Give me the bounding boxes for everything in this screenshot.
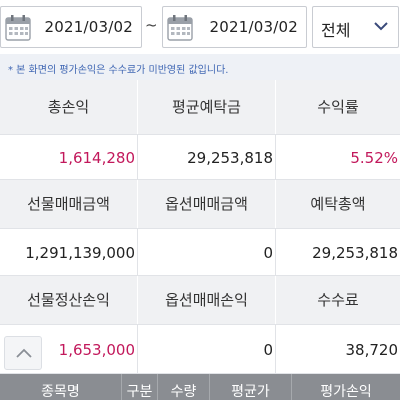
- summary-value-row-2: 1,291,139,000 0 29,253,818: [0, 228, 400, 276]
- end-date-value: 2021/03/02: [209, 18, 298, 36]
- date-filter-bar: 2021/03/02 ~ 2021/03/02 전체: [0, 0, 400, 54]
- commission-value: 38,720: [345, 341, 399, 359]
- column-header-eval-pnl[interactable]: 평가손익: [292, 374, 400, 400]
- options-trade-pnl-label: 옵션매매손익: [138, 276, 276, 324]
- column-header-type[interactable]: 구분: [122, 374, 158, 400]
- summary-header-row-3: 선물정산손익 옵션매매손익 수수료: [0, 276, 400, 324]
- calendar-icon: [5, 15, 31, 41]
- summary-value-row-3: 1,653,000 0 38,720: [0, 324, 400, 374]
- start-date-field[interactable]: 2021/03/02: [0, 6, 142, 48]
- notice-banner: * 본 화면의 평가손익은 수수료가 미반영된 값입니다.: [0, 54, 400, 80]
- avg-deposit-label: 평균예탁금: [138, 80, 276, 134]
- return-rate-label: 수익률: [317, 98, 359, 116]
- positions-table-header: 종목명 구분 수량 평균가 평가손익: [0, 374, 400, 400]
- summary-header-row-1: 총손익 평균예탁금 수익률: [0, 80, 400, 134]
- commission-label: 수수료: [317, 291, 359, 309]
- futures-settlement-pnl-label: 선물정산손익: [0, 276, 138, 324]
- options-trade-amount-label: 옵션매매금액: [138, 180, 276, 228]
- total-pnl-value: 1,614,280: [0, 135, 138, 179]
- total-deposit-value: 29,253,818: [312, 244, 398, 262]
- column-header-quantity[interactable]: 수량: [158, 374, 210, 400]
- date-range-separator: ~: [145, 16, 158, 34]
- total-pnl-label: 총손익: [0, 80, 138, 134]
- column-header-instrument[interactable]: 종목명: [0, 374, 122, 400]
- options-trade-pnl-value: 0: [138, 325, 276, 373]
- chevron-up-icon: [16, 348, 32, 358]
- futures-trade-amount-value: 1,291,139,000: [0, 229, 138, 275]
- futures-trade-amount-label: 선물매매금액: [0, 180, 138, 228]
- calendar-icon: [167, 15, 193, 41]
- chevron-down-icon: [374, 22, 388, 31]
- summary-value-row-1: 1,614,280 29,253,818 5.52%: [0, 134, 400, 180]
- start-date-value: 2021/03/02: [44, 18, 133, 36]
- scroll-top-button[interactable]: [4, 336, 42, 370]
- column-header-avg-price[interactable]: 평균가: [210, 374, 292, 400]
- period-select-value: 전체: [321, 21, 351, 40]
- notice-text: * 본 화면의 평가손익은 수수료가 미반영된 값입니다.: [8, 65, 229, 76]
- options-trade-amount-value: 0: [138, 229, 276, 275]
- return-rate-value: 5.52%: [350, 149, 398, 167]
- avg-deposit-value: 29,253,818: [138, 135, 276, 179]
- summary-header-row-2: 선물매매금액 옵션매매금액 예탁총액: [0, 180, 400, 228]
- end-date-field[interactable]: 2021/03/02: [162, 6, 307, 48]
- period-select[interactable]: 전체: [312, 6, 399, 48]
- total-deposit-label: 예탁총액: [310, 195, 366, 213]
